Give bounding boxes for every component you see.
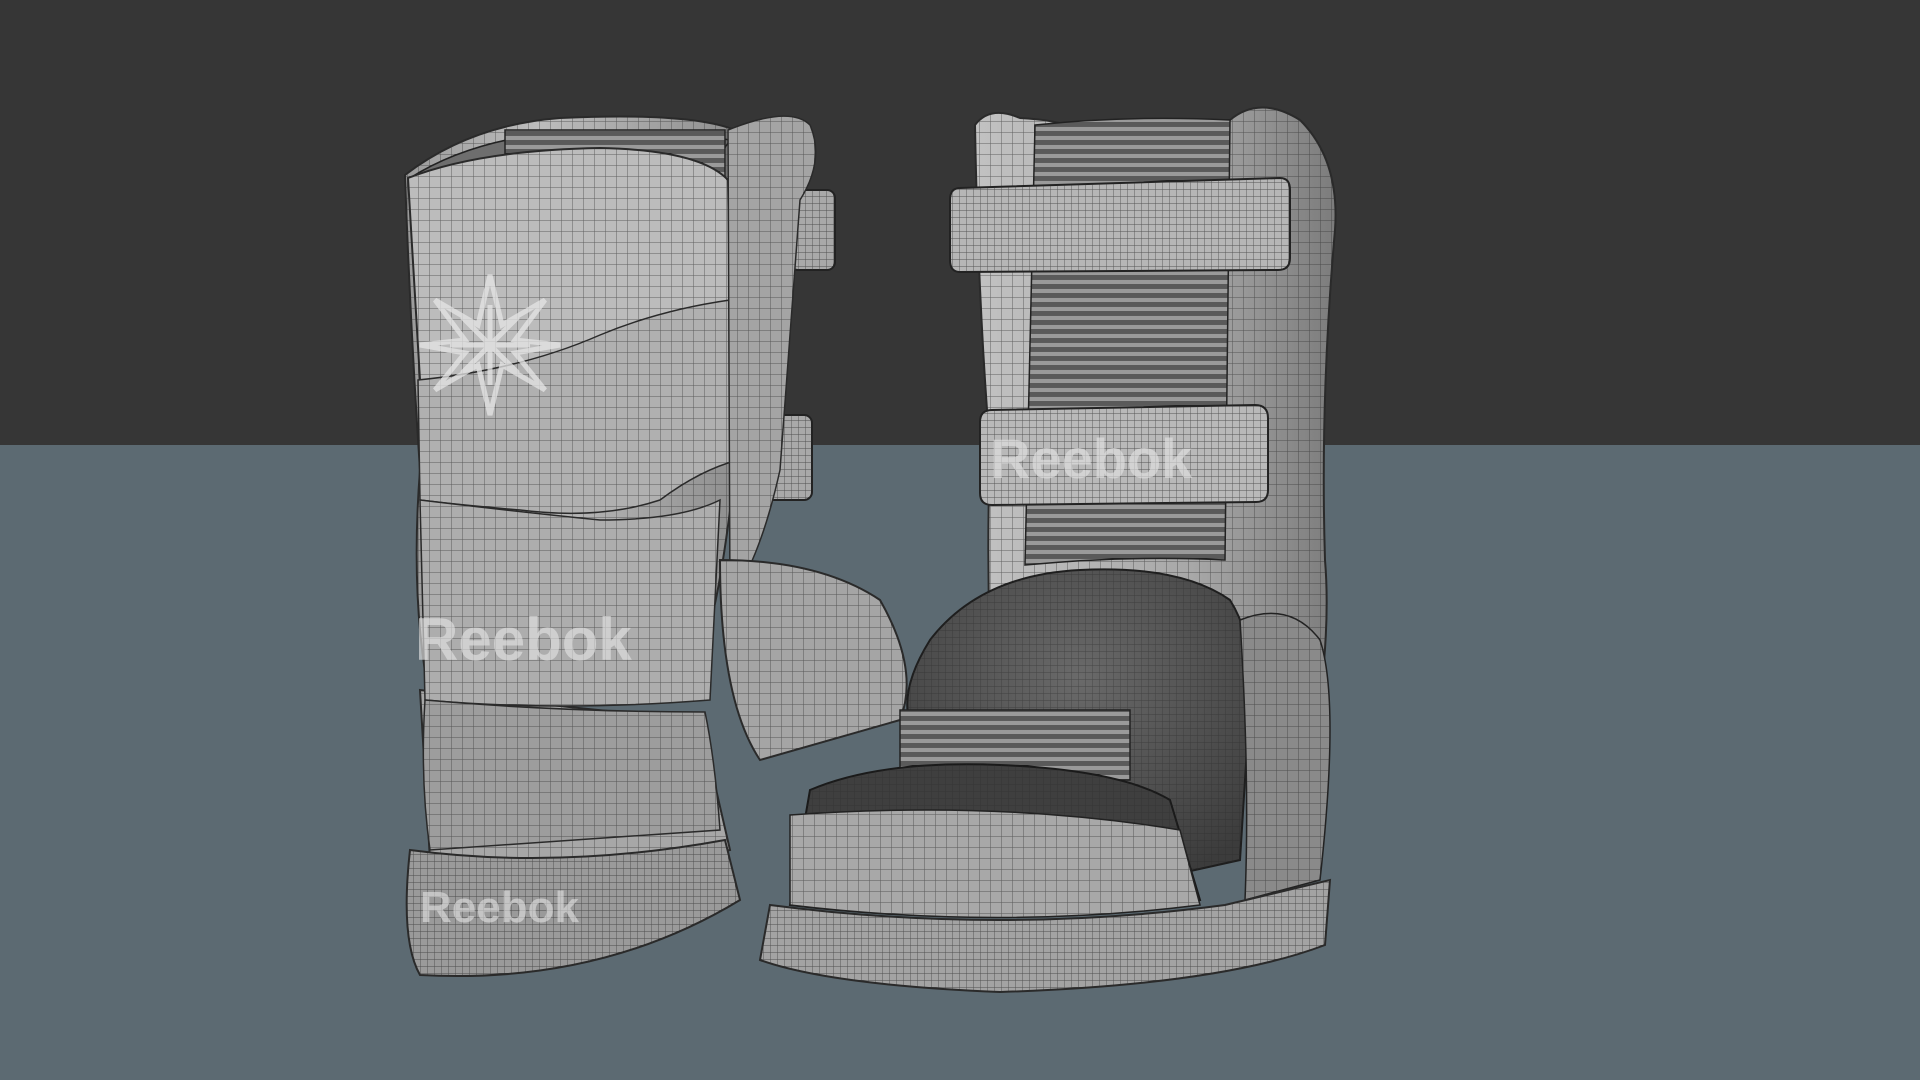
- left-boot-heel-logo: Reebok: [420, 883, 579, 932]
- left-boot-calf-logo: Reebok: [415, 606, 632, 673]
- render-canvas: Reebok Reebok Reebok: [0, 0, 1920, 1080]
- viewport: Reebok Reebok Reebok: [0, 0, 1920, 1080]
- right-boot-strap-logo: Reebok: [990, 427, 1193, 490]
